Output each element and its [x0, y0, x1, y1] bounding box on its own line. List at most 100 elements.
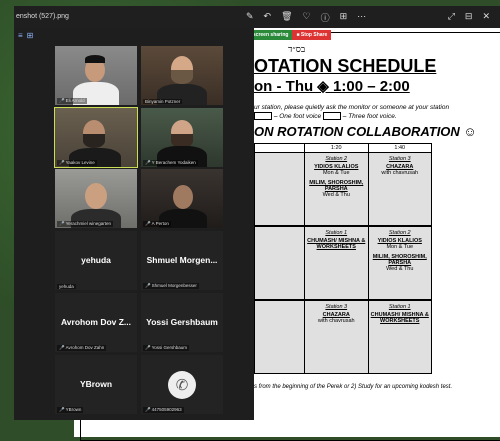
participant-name: Binyamin Potzner — [143, 99, 183, 104]
rotation-table: 1:20 1:40 Station 2 YIDIOS KLALIOS Mon &… — [254, 143, 432, 374]
rotate-icon[interactable]: ↶ — [264, 11, 272, 24]
edit-icon[interactable]: ✎ — [246, 11, 254, 24]
muted-mic-icon: 🎤 — [59, 407, 65, 412]
participant-tile[interactable]: 🎤Yerachmiel winegarten — [55, 169, 137, 228]
phone-icon: ✆ — [168, 371, 196, 399]
participant-display-name: yehuda — [81, 255, 111, 265]
table-cell — [254, 152, 305, 227]
document-header-bsd: בס״ד — [288, 45, 306, 55]
video-gallery-panel: ≡ ⊞ 🎤Eli Arnold Binyamin Potzner 🎤Yaakov… — [14, 28, 254, 420]
instruction-voice-1: – One foot voice — [273, 113, 322, 120]
favorite-icon[interactable]: ♡ — [303, 11, 311, 24]
instruction-voice-3: – Three foot voice. — [342, 113, 397, 120]
beard — [171, 70, 193, 84]
participant-name: 🎤Y Berachem Yodaiken — [143, 160, 198, 166]
participant-tile[interactable]: Binyamin Potzner — [141, 46, 223, 105]
participant-name: 🎤Eli Arnold — [57, 98, 87, 104]
station-label: Station 1 — [325, 230, 348, 236]
station-label: Station 1 — [388, 304, 411, 310]
table-cell: Station 2 YIDIOS KLALIOS Mon & Tue MILIM… — [367, 225, 432, 301]
table-cell: Station 3 CHAZARA with chavrusah — [304, 299, 369, 374]
participant-video — [141, 46, 223, 105]
participant-tile[interactable]: 🎤Eli Arnold — [55, 46, 137, 105]
document-title: OTATION SCHEDULE — [254, 56, 437, 76]
subject: MILIM, SHOROSHIM, PARSHA — [372, 254, 427, 266]
participant-video — [55, 108, 137, 167]
subject: CHUMASH/ MISHNA & WORKSHEETS — [370, 312, 429, 324]
table-header: 1:40 — [367, 143, 432, 153]
subject-days: with chavrusah — [317, 318, 355, 324]
participant-tile[interactable]: ✆ 🎤447505902963 — [141, 355, 223, 414]
table-cell — [254, 299, 305, 374]
close-icon[interactable]: ✕ — [482, 11, 490, 22]
table-row: Station 1 CHUMASH/ MISHNA & WORKSHEETS S… — [254, 225, 432, 301]
subject-days: Mon & Tue — [322, 170, 350, 176]
file-name: enshot (527).png — [16, 13, 69, 20]
gallery-controls: ≡ ⊞ — [18, 31, 33, 40]
participant-display-name: Avrohom Dov Z... — [60, 317, 132, 327]
image-viewer-toolbar: enshot (527).png ✎ ↶ 🗑 ♡ ⓘ ⊞ ⋯ ⤢ ⊟ ✕ — [14, 6, 500, 28]
subject: CHUMASH/ MISHNA & WORKSHEETS — [307, 238, 366, 250]
gallery-icon[interactable]: ⊞ — [340, 11, 348, 24]
participant-tile[interactable]: Yossi Gershbaum 🎤Yossi Gershbaum — [141, 293, 223, 352]
more-icon[interactable]: ⋯ — [357, 11, 366, 24]
table-cell: Station 1 CHUMASH/ MISHNA & WORKSHEETS — [367, 299, 432, 374]
muted-mic-icon: 🎤 — [145, 345, 151, 350]
participant-display-name: YBrown — [79, 379, 113, 389]
participant-tile[interactable]: 🎤Y Berachem Yodaiken — [141, 108, 223, 167]
station-label: Station 3 — [325, 304, 348, 310]
participant-video — [141, 108, 223, 167]
muted-mic-icon: 🎤 — [59, 160, 65, 165]
participant-name: 🎤A Perton — [143, 221, 171, 227]
participant-tile[interactable]: Shmuel Morgen... 🎤Shmuel Morgenbesser — [141, 231, 223, 290]
participant-name: 🎤Shmuel Morgenbesser — [143, 283, 199, 289]
participant-tile[interactable]: Avrohom Dov Z... 🎤Avrohom Dov Zahn — [55, 293, 137, 352]
participant-display-name: Yossi Gershbaum — [146, 317, 218, 327]
table-cell: Station 1 CHUMASH/ MISHNA & WORKSHEETS — [304, 225, 369, 301]
stop-share-button[interactable]: ■ Stop Share — [292, 30, 332, 40]
participant-name: 🎤YBrown — [57, 407, 84, 413]
station-label: Station 2 — [325, 156, 348, 162]
muted-mic-icon: 🎤 — [145, 160, 151, 165]
participant-tile[interactable]: yehuda yehuda — [55, 231, 137, 290]
participant-tile[interactable]: 🎤A Perton — [141, 169, 223, 228]
table-header — [254, 143, 305, 153]
view-options-icon[interactable]: ≡ — [18, 31, 23, 40]
expand-icon[interactable]: ⤢ — [448, 11, 455, 22]
window-controls: ⤢ ⊟ ✕ — [448, 11, 490, 22]
grid-view-icon[interactable]: ⊞ — [27, 31, 34, 40]
subject-days: Wed & Thu — [386, 266, 414, 272]
blank-box — [322, 112, 341, 121]
participant-tile[interactable]: YBrown 🎤YBrown — [55, 355, 137, 414]
document-instructions: ur station, please quietly ask the monit… — [254, 103, 494, 121]
face — [85, 183, 107, 209]
table-header-row: 1:20 1:40 — [254, 143, 432, 153]
subject-days: with chavrusah — [381, 170, 419, 176]
collaboration-heading: ON ROTATION COLLABORATION ☺ — [254, 124, 477, 139]
table-header: 1:20 — [304, 143, 369, 153]
participant-name: 🎤Yaakov Levine — [57, 160, 97, 166]
muted-mic-icon: 🎤 — [59, 221, 65, 226]
minimize-icon[interactable]: ⊟ — [465, 11, 473, 22]
table-cell: Station 2 YIDIOS KLALIOS Mon & Tue MILIM… — [304, 152, 369, 227]
participant-video — [141, 169, 223, 228]
station-label: Station 3 — [388, 156, 411, 162]
delete-icon[interactable]: 🗑 — [281, 11, 292, 24]
blank-box — [254, 112, 272, 121]
table-row: Station 3 CHAZARA with chavrusah Station… — [254, 299, 432, 374]
table-cell — [254, 225, 305, 301]
participant-name: 🎤Yerachmiel winegarten — [57, 221, 113, 227]
station-label: Station 2 — [388, 230, 411, 236]
participant-display-name: Shmuel Morgen... — [146, 255, 218, 265]
participant-tile-active-speaker[interactable]: 🎤Yaakov Levine — [54, 107, 138, 168]
subject-days: Mon & Tue — [386, 244, 414, 250]
kippah — [85, 55, 105, 63]
document-footnote: s from the beginning of the Perek or 2) … — [254, 384, 453, 390]
instruction-line-1: ur station, please quietly ask the monit… — [254, 104, 450, 111]
muted-mic-icon: 🎤 — [145, 407, 151, 412]
face — [173, 185, 193, 209]
document-subtitle: on - Thu ◈ 1:00 – 2:00 — [254, 78, 410, 95]
beard — [83, 134, 105, 148]
info-icon[interactable]: ⓘ — [321, 11, 330, 24]
table-row: Station 2 YIDIOS KLALIOS Mon & Tue MILIM… — [254, 152, 432, 227]
